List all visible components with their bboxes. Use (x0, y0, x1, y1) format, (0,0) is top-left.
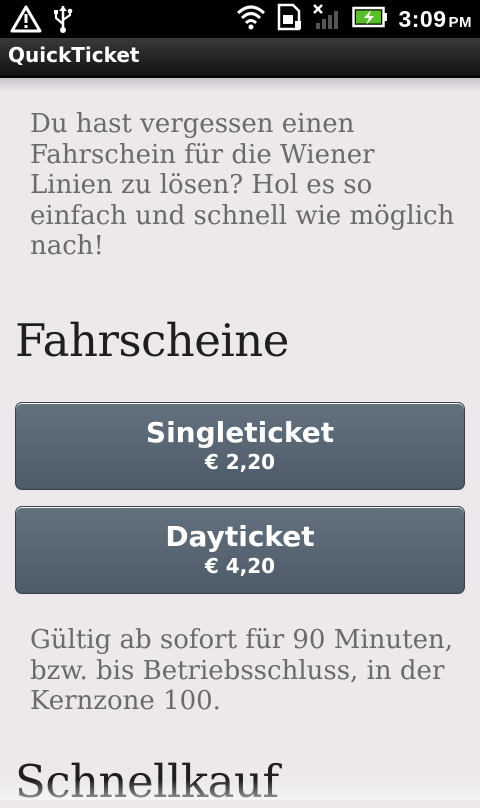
clock-time: 3:09 (398, 5, 447, 32)
title-bar: QuickTicket (0, 38, 480, 78)
ticket-name: Singleticket (145, 416, 335, 449)
wifi-icon (236, 4, 266, 34)
usb-icon (52, 4, 74, 38)
app-title: QuickTicket (8, 43, 140, 67)
singleticket-button[interactable]: Singleticket € 2,20 (15, 402, 465, 490)
intro-text: Du hast vergessen einen Fahrschein für d… (30, 109, 455, 261)
status-bar: 3:09 PM (0, 0, 480, 38)
clock: 3:09 PM (398, 6, 472, 33)
ticket-price: € 4,20 (204, 554, 276, 578)
ticket-price: € 2,20 (204, 450, 276, 474)
title-bar-shadow (0, 78, 480, 92)
scroll-fade (0, 780, 480, 800)
signal-off-icon (312, 3, 342, 35)
dayticket-button[interactable]: Dayticket € 4,20 (15, 506, 465, 594)
sim-icon (276, 3, 302, 35)
section-title-tickets: Fahrscheine (15, 314, 289, 367)
clock-ampm: PM (448, 13, 472, 31)
warning-icon (10, 4, 42, 38)
ticket-name: Dayticket (165, 520, 315, 553)
validity-text: Gültig ab sofort für 90 Minuten, bzw. bi… (30, 625, 454, 716)
battery-charging-icon (352, 6, 388, 32)
